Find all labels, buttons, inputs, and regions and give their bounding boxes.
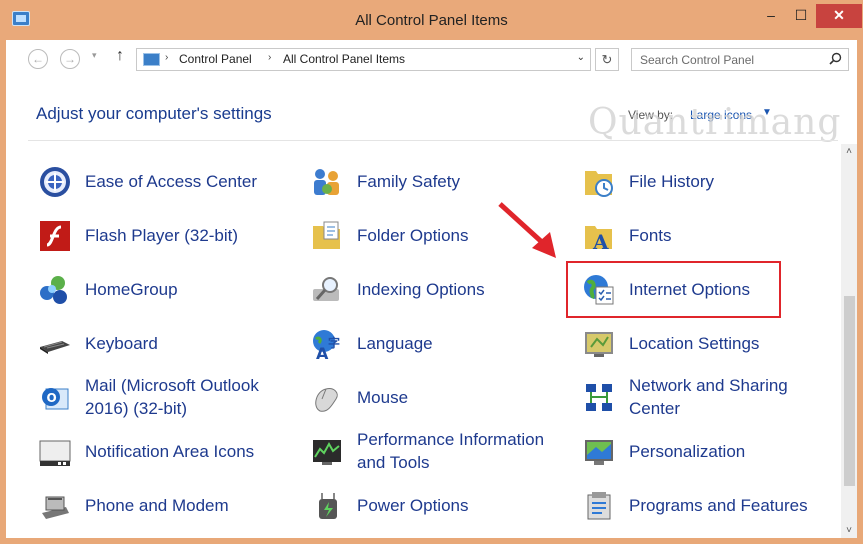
- item-family-safety[interactable]: Family Safety: [310, 158, 550, 204]
- item-label-line2: 2016) (32-bit): [85, 399, 188, 418]
- item-label: Folder Options: [357, 226, 469, 245]
- item-power-options[interactable]: Power Options: [310, 482, 550, 528]
- item-language[interactable]: A 字 Language: [310, 320, 550, 366]
- item-personalization[interactable]: Personalization: [582, 428, 822, 474]
- vertical-scrollbar[interactable]: ˄ ˅: [841, 144, 857, 538]
- item-performance[interactable]: Performance Information and Tools: [310, 428, 560, 474]
- scrollbar-thumb[interactable]: [844, 296, 855, 486]
- breadcrumb-all-items[interactable]: All Control Panel Items: [283, 52, 405, 66]
- item-label-line2: Center: [629, 399, 681, 418]
- ease-of-access-icon: [40, 167, 70, 197]
- item-label-line1: Performance Information: [357, 430, 545, 449]
- item-keyboard[interactable]: Keyboard: [38, 320, 278, 366]
- phone-modem-icon: [42, 496, 69, 519]
- item-label: Ease of Access Center: [85, 172, 257, 191]
- client-area: ← → ▾ ↑ › Control Panel › All Control Pa…: [6, 40, 857, 538]
- item-label: Flash Player (32-bit): [85, 226, 239, 245]
- item-label: Notification Area Icons: [85, 442, 255, 461]
- mouse-icon: [315, 388, 338, 412]
- mail-icon: O: [42, 388, 69, 410]
- watermark: Quantrimang: [588, 102, 842, 143]
- item-label: Language: [357, 334, 433, 353]
- indexing-options-icon: [313, 277, 339, 301]
- location-settings-icon: [585, 332, 613, 357]
- item-location-settings[interactable]: Location Settings: [582, 320, 822, 366]
- address-dropdown-icon[interactable]: ⌄: [577, 52, 585, 63]
- item-programs-features[interactable]: Programs and Features: [582, 482, 832, 528]
- control-panel-items: Ease of Access Center Family Safety File…: [6, 148, 840, 538]
- item-label-line1: Mail (Microsoft Outlook: [85, 376, 259, 395]
- breadcrumb-separator[interactable]: ›: [165, 52, 168, 63]
- fonts-icon: A: [585, 226, 612, 253]
- homegroup-icon: [40, 276, 67, 304]
- performance-icon: [313, 440, 341, 465]
- scroll-up-button[interactable]: ˄: [841, 146, 857, 157]
- item-label: HomeGroup: [85, 280, 178, 299]
- item-label-line2: and Tools: [357, 453, 430, 472]
- item-fonts[interactable]: A Fonts: [582, 212, 822, 258]
- file-history-icon: [585, 171, 613, 197]
- divider: [28, 140, 838, 141]
- svg-text:A: A: [592, 230, 609, 253]
- item-ease-of-access[interactable]: Ease of Access Center: [38, 158, 278, 204]
- breadcrumb-control-panel[interactable]: Control Panel: [179, 52, 252, 66]
- highlight-box: [566, 261, 781, 318]
- item-label: Power Options: [357, 496, 469, 515]
- item-phone-modem[interactable]: Phone and Modem: [38, 482, 278, 528]
- item-mail[interactable]: O Mail (Microsoft Outlook 2016) (32-bit): [38, 374, 288, 420]
- forward-button[interactable]: →: [60, 49, 80, 69]
- up-button[interactable]: ↑: [116, 47, 124, 65]
- svg-text:O: O: [47, 391, 57, 405]
- maximize-button[interactable]: ☐: [786, 4, 816, 28]
- item-label: File History: [629, 172, 715, 191]
- item-label: Programs and Features: [629, 496, 808, 515]
- search-input[interactable]: Search Control Panel: [631, 48, 849, 71]
- item-network-sharing[interactable]: Network and Sharing Center: [582, 374, 822, 420]
- title-bar[interactable]: All Control Panel Items – ☐ ✕: [0, 0, 863, 40]
- close-button[interactable]: ✕: [816, 4, 862, 28]
- programs-features-icon: [587, 492, 611, 520]
- svg-text:字: 字: [328, 335, 340, 350]
- breadcrumb-separator[interactable]: ›: [268, 52, 271, 63]
- item-flash-player[interactable]: Flash Player (32-bit): [38, 212, 278, 258]
- search-placeholder: Search Control Panel: [640, 53, 755, 67]
- language-icon: A 字: [313, 330, 340, 361]
- folder-options-icon: [313, 221, 340, 249]
- navigation-bar: ← → ▾ ↑ › Control Panel › All Control Pa…: [6, 40, 857, 78]
- item-label: Keyboard: [85, 334, 158, 353]
- refresh-button[interactable]: ↻: [595, 48, 619, 71]
- item-label: Phone and Modem: [85, 496, 229, 515]
- power-options-icon: [319, 493, 337, 519]
- item-label: Fonts: [629, 226, 672, 245]
- item-label: Personalization: [629, 442, 746, 461]
- item-label: Mouse: [357, 388, 409, 407]
- recent-locations-dropdown[interactable]: ▾: [92, 50, 97, 61]
- back-button[interactable]: ←: [28, 49, 48, 69]
- window-title: All Control Panel Items: [355, 12, 508, 29]
- page-title: Adjust your computer's settings: [36, 104, 272, 123]
- network-sharing-icon: [586, 384, 612, 411]
- item-label: Location Settings: [629, 334, 760, 353]
- scroll-down-button[interactable]: ˅: [841, 525, 857, 536]
- notification-area-icon: [39, 440, 71, 466]
- item-indexing-options[interactable]: Indexing Options: [310, 266, 550, 312]
- personalization-icon: [585, 440, 613, 465]
- control-panel-folder-icon: [143, 53, 160, 66]
- flash-player-icon: [40, 221, 70, 251]
- item-label: Indexing Options: [357, 280, 485, 299]
- item-notification-area[interactable]: Notification Area Icons: [38, 428, 288, 474]
- search-icon[interactable]: [829, 52, 842, 65]
- item-mouse[interactable]: Mouse: [310, 374, 550, 420]
- control-panel-window: All Control Panel Items – ☐ ✕ ← → ▾ ↑ › …: [0, 0, 863, 544]
- item-label-line1: Network and Sharing: [629, 376, 788, 395]
- address-bar[interactable]: › Control Panel › All Control Panel Item…: [136, 48, 591, 71]
- item-label: Family Safety: [357, 172, 460, 191]
- keyboard-icon: [40, 341, 70, 354]
- item-homegroup[interactable]: HomeGroup: [38, 266, 278, 312]
- item-file-history[interactable]: File History: [582, 158, 822, 204]
- family-safety-icon: [314, 169, 339, 195]
- minimize-button[interactable]: –: [756, 4, 786, 28]
- red-arrow-annotation: [498, 202, 556, 258]
